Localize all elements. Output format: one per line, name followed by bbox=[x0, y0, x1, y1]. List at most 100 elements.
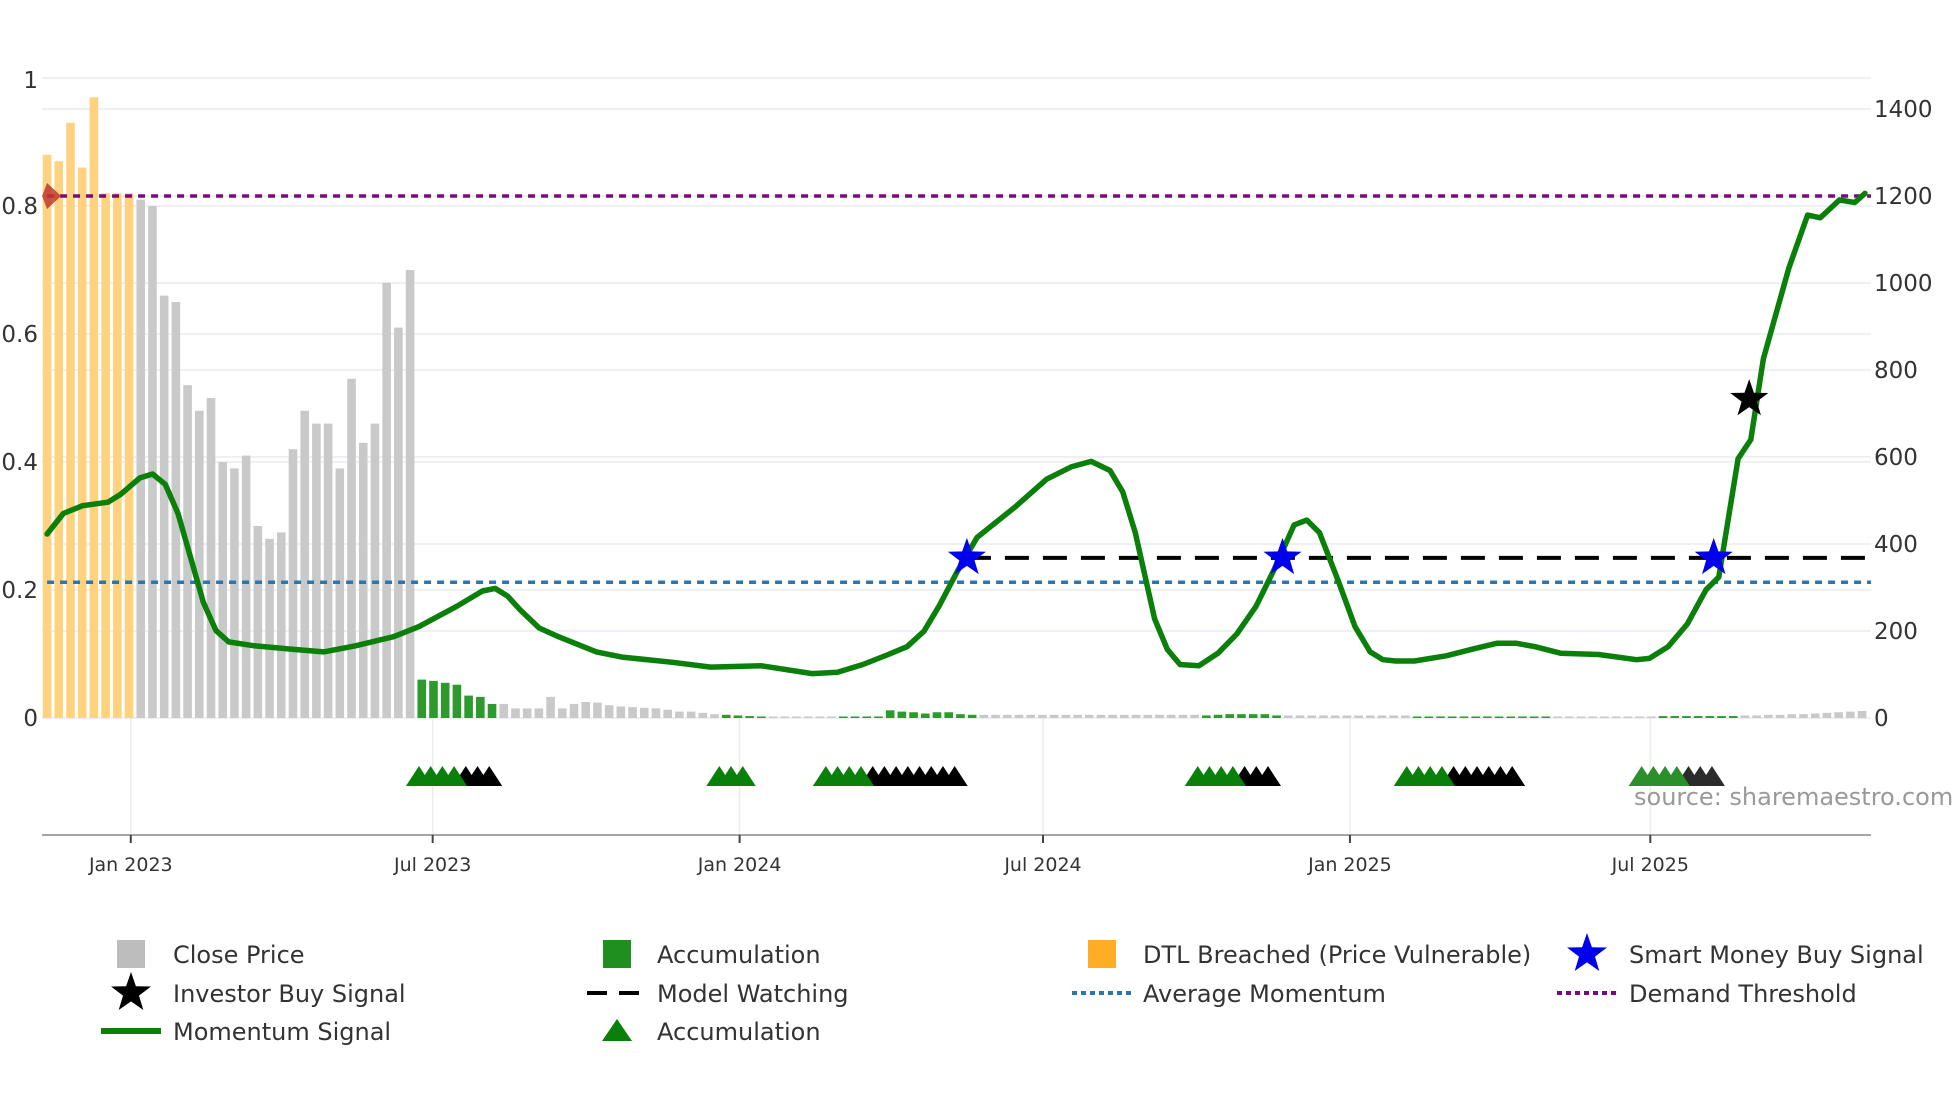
bar-close bbox=[136, 199, 146, 719]
legend-swatch-square bbox=[603, 940, 631, 968]
bar-close bbox=[1120, 714, 1129, 718]
bar-dtl bbox=[66, 122, 75, 719]
bar-close bbox=[1354, 715, 1363, 718]
bar-close bbox=[312, 423, 321, 718]
bar-dtl bbox=[101, 193, 110, 718]
legend-label: DTL Breached (Price Vulnerable) bbox=[1143, 941, 1531, 969]
bar-close bbox=[194, 410, 204, 718]
bar-close bbox=[1764, 714, 1773, 718]
bar-close bbox=[534, 708, 544, 718]
bar-close bbox=[1049, 714, 1059, 718]
legend-item: Demand Threshold bbox=[1557, 980, 1857, 1008]
x-tick-label: Jul 2025 bbox=[1611, 854, 1689, 876]
bar-acc bbox=[464, 695, 473, 718]
bar-close bbox=[1131, 714, 1141, 718]
bar-dtl bbox=[113, 193, 122, 718]
left-tick-label: 0.8 bbox=[1, 194, 38, 220]
bar-dtl bbox=[77, 167, 87, 719]
legend-item: Momentum Signal bbox=[101, 1018, 391, 1046]
investor-buy-star bbox=[1730, 379, 1769, 416]
bar-close bbox=[686, 711, 696, 718]
bar-close bbox=[651, 708, 661, 718]
bar-acc bbox=[745, 716, 754, 718]
bar-close bbox=[1061, 714, 1071, 718]
legend-label: Investor Buy Signal bbox=[173, 980, 406, 1008]
bar-acc bbox=[429, 680, 438, 718]
bar-close bbox=[1038, 714, 1047, 718]
bar-close bbox=[1096, 714, 1106, 718]
bar-acc bbox=[1471, 716, 1480, 718]
right-tick-label: 400 bbox=[1874, 532, 1918, 558]
bar-close bbox=[1073, 714, 1082, 718]
left-tick-label: 0.2 bbox=[1, 578, 38, 604]
legend-label: Model Watching bbox=[657, 980, 849, 1008]
bar-close bbox=[1295, 715, 1305, 718]
bar-close bbox=[1799, 714, 1808, 718]
bar-acc bbox=[1529, 716, 1539, 718]
bar-dtl bbox=[42, 154, 52, 719]
bar-close bbox=[1342, 715, 1352, 718]
bar-acc bbox=[721, 714, 731, 718]
bar-close bbox=[569, 703, 579, 718]
bar-close bbox=[1834, 712, 1843, 718]
bar-acc bbox=[487, 703, 497, 718]
bar-close bbox=[230, 468, 239, 718]
right-tick-label: 800 bbox=[1874, 358, 1918, 384]
bar-close bbox=[300, 410, 309, 718]
bar-acc bbox=[920, 713, 930, 718]
legend-item: Accumulation bbox=[602, 1018, 821, 1046]
bar-close bbox=[557, 708, 567, 718]
bar-acc bbox=[944, 712, 954, 718]
bar-close bbox=[148, 206, 157, 718]
legend-label: Momentum Signal bbox=[173, 1018, 391, 1046]
bar-close bbox=[1588, 716, 1598, 718]
bar-close bbox=[382, 282, 391, 718]
legend-label: Smart Money Buy Signal bbox=[1629, 941, 1924, 969]
bar-close bbox=[1377, 715, 1387, 718]
bar-acc bbox=[850, 716, 860, 718]
right-tick-label: 1200 bbox=[1874, 184, 1933, 210]
bar-close bbox=[639, 707, 649, 718]
bar-close bbox=[675, 711, 684, 718]
bar-dtl bbox=[54, 161, 64, 718]
legend-item: Average Momentum bbox=[1072, 980, 1386, 1008]
bar-acc bbox=[1693, 716, 1703, 718]
left-tick-label: 0 bbox=[23, 706, 38, 732]
bar-close bbox=[405, 270, 415, 718]
bar-close bbox=[1611, 716, 1621, 718]
right-tick-label: 600 bbox=[1874, 445, 1918, 471]
bar-close bbox=[499, 703, 509, 718]
right-tick-label: 1400 bbox=[1874, 97, 1933, 123]
bar-close bbox=[803, 716, 813, 718]
bar-close bbox=[815, 716, 825, 718]
x-tick-label: Jul 2024 bbox=[1003, 854, 1081, 876]
bar-close bbox=[1330, 715, 1340, 718]
legend-swatch-square bbox=[117, 940, 145, 968]
bar-close bbox=[1822, 712, 1832, 718]
bar-close bbox=[1635, 716, 1644, 718]
bar-acc bbox=[1248, 714, 1258, 718]
bar-acc bbox=[1260, 714, 1270, 718]
bar-close bbox=[276, 532, 286, 718]
legend-star-icon bbox=[1567, 933, 1607, 971]
bar-close bbox=[522, 708, 532, 718]
bar-acc bbox=[1483, 716, 1492, 718]
bar-acc bbox=[1717, 716, 1726, 718]
bar-close bbox=[1740, 715, 1750, 718]
bar-acc bbox=[1436, 716, 1445, 718]
legend-item: Close Price bbox=[117, 940, 305, 969]
bar-close bbox=[1365, 715, 1375, 718]
bar-dtl bbox=[124, 193, 134, 718]
bar-close bbox=[394, 327, 403, 718]
bar-acc bbox=[757, 716, 766, 718]
bar-close bbox=[1014, 714, 1024, 718]
bar-close bbox=[1143, 714, 1153, 718]
bar-close bbox=[1646, 716, 1656, 718]
bar-acc bbox=[440, 682, 450, 718]
bar-acc bbox=[417, 679, 427, 718]
bar-close bbox=[206, 398, 216, 718]
x-tick-label: Jan 2025 bbox=[1307, 854, 1392, 876]
bar-close bbox=[1307, 715, 1317, 718]
bar-close bbox=[265, 538, 274, 718]
bar-acc bbox=[1518, 716, 1527, 718]
